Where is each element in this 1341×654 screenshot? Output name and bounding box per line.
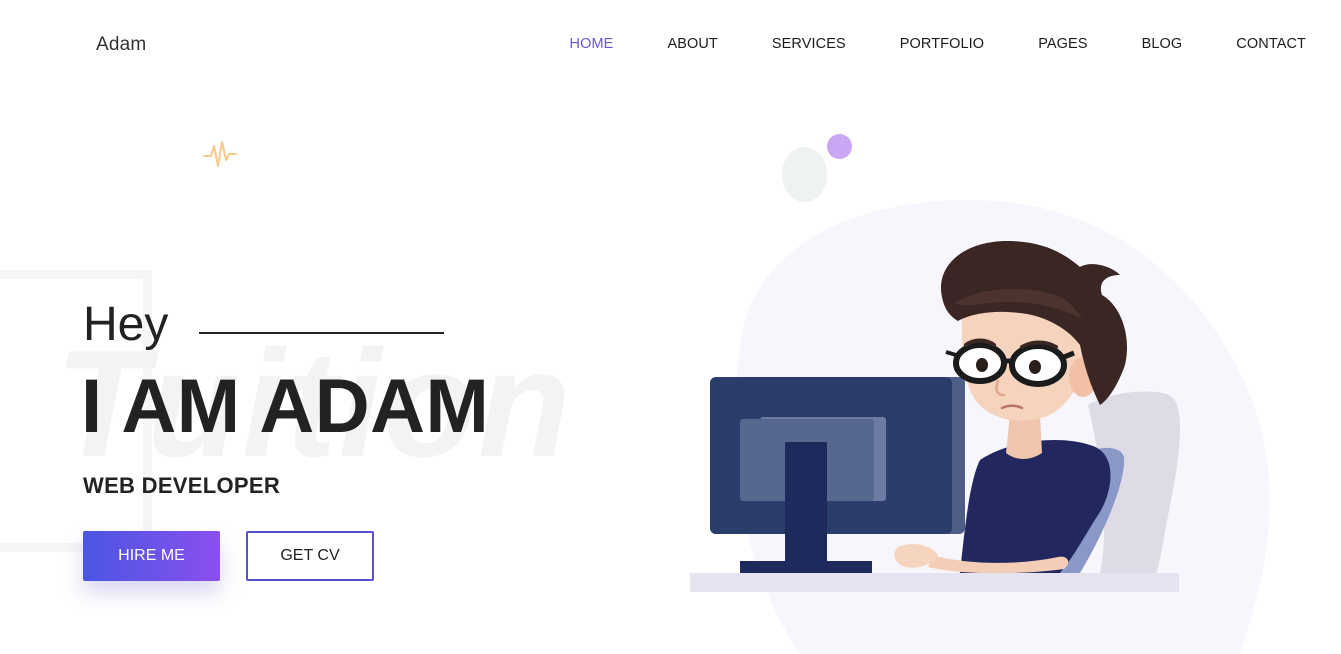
- decor-dot: [827, 134, 852, 159]
- monitor-base: [740, 561, 872, 573]
- eye-left: [976, 358, 988, 372]
- pulse-icon: [203, 141, 237, 167]
- monitor-stand: [785, 442, 827, 564]
- hero-role: WEB DEVELOPER: [83, 473, 281, 498]
- neck: [1006, 415, 1042, 459]
- nav-contact[interactable]: CONTACT: [1236, 36, 1306, 52]
- hire-me-button[interactable]: HIRE ME: [83, 531, 220, 581]
- get-cv-button[interactable]: GET CV: [246, 531, 374, 581]
- main-nav: HOME ABOUT SERVICES PORTFOLIO PAGES BLOG…: [516, 36, 1306, 52]
- nav-portfolio[interactable]: PORTFOLIO: [900, 36, 984, 52]
- site-logo[interactable]: Adam: [96, 34, 146, 56]
- nav-home[interactable]: HOME: [570, 36, 614, 52]
- developer-illustration: [690, 200, 1270, 654]
- hero-greeting: Hey: [83, 298, 169, 351]
- nav-pages[interactable]: PAGES: [1038, 36, 1087, 52]
- nav-about[interactable]: ABOUT: [667, 36, 717, 52]
- page: Adam HOME ABOUT SERVICES PORTFOLIO PAGES…: [0, 0, 1341, 654]
- greeting-divider: [199, 332, 444, 334]
- eye-right: [1029, 360, 1041, 374]
- hero-name: I AM ADAM: [81, 364, 490, 449]
- decor-blob: [782, 147, 827, 202]
- nav-blog[interactable]: BLOG: [1142, 36, 1183, 52]
- desk: [690, 573, 1179, 592]
- nav-services[interactable]: SERVICES: [772, 36, 846, 52]
